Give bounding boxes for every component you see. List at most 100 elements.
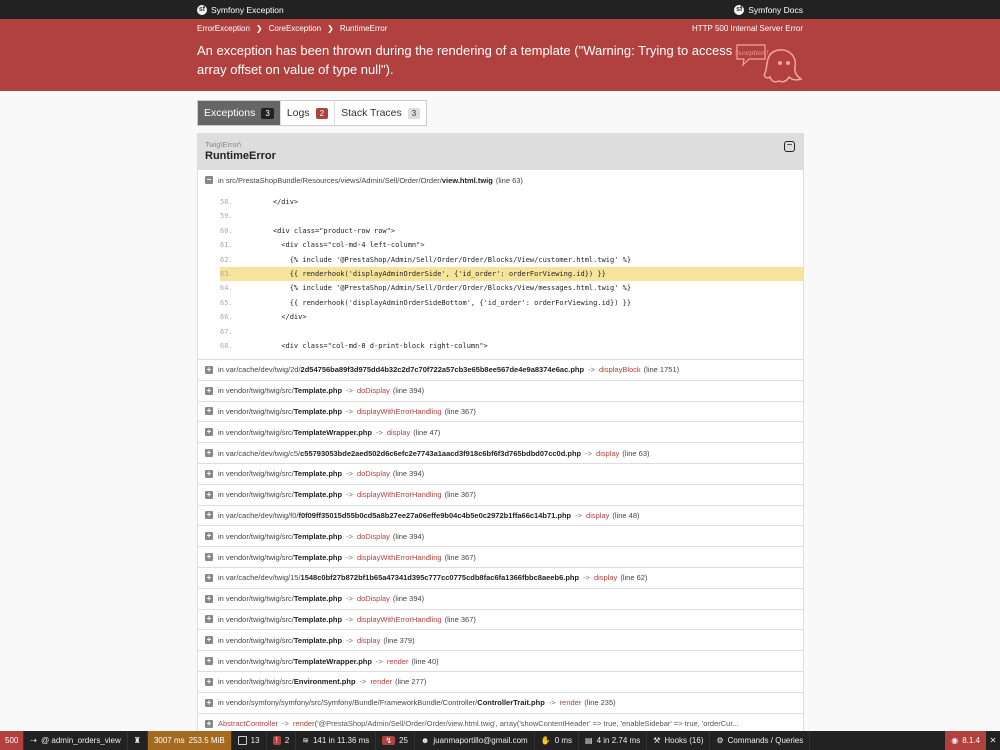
twig-item[interactable]: ↯ 25 <box>376 731 415 750</box>
expand-icon[interactable]: + <box>205 407 213 416</box>
trace-item[interactable]: + in vendor/twig/twig/src/Template.php -> d… <box>198 485 803 506</box>
arrow-icon: -> <box>575 510 583 520</box>
route-item[interactable]: ⇢ @ admin_orders_view <box>24 731 128 750</box>
trace-item[interactable]: + in vendor/twig/twig/src/Template.php -> d… <box>198 610 803 631</box>
trace-path: in vendor/twig/twig/src/ <box>218 635 294 645</box>
close-toolbar-icon[interactable]: ✕ <box>986 731 1000 750</box>
tab-exceptions[interactable]: Exceptions 3 <box>198 101 281 125</box>
expand-icon[interactable]: + <box>205 365 213 374</box>
collapse-icon[interactable]: − <box>205 176 213 185</box>
trace-function[interactable]: display <box>594 573 617 582</box>
symfony-version[interactable]: ◉ 8.1.4 <box>945 731 986 750</box>
trace-item[interactable]: + in vendor/twig/twig/src/Template.php -> d… <box>198 630 803 652</box>
trace-item[interactable]: + in vendor/twig/twig/src/TemplateWrapper… <box>198 422 803 444</box>
tab-bar: Exceptions 3 Logs 2 Stack Traces 3 <box>197 100 428 126</box>
line-source: </div> <box>256 313 307 322</box>
trace-function[interactable]: doDisplay <box>357 469 390 478</box>
forms-icon <box>237 736 247 745</box>
events-item[interactable]: ✋ 0 ms <box>535 731 580 750</box>
trace-function[interactable]: render <box>387 657 409 666</box>
trace-item[interactable]: + in var/cache/dev/twig/15/1548c0bf27b872… <box>198 568 803 589</box>
trace-function: render <box>292 719 315 729</box>
expand-icon[interactable]: + <box>205 449 213 458</box>
trace-item[interactable]: + in vendor/twig/twig/src/Template.php -> d… <box>198 526 803 548</box>
user-item[interactable]: ☻ juanmaportillo@gmail.com <box>415 731 535 750</box>
expand-icon[interactable]: + <box>205 532 213 541</box>
errors-item[interactable]: ! 2 <box>267 731 297 750</box>
expand-icon[interactable]: + <box>205 511 213 520</box>
trace-function[interactable]: render <box>370 677 392 686</box>
trace-path: in vendor/twig/twig/src/ <box>218 594 294 604</box>
arrow-icon: -> <box>359 677 367 687</box>
expand-icon[interactable]: + <box>205 428 213 437</box>
brand: sf Symfony Exception <box>197 4 284 15</box>
expand-icon[interactable]: + <box>205 573 213 582</box>
tab-stack-traces[interactable]: Stack Traces 3 <box>335 101 426 125</box>
trace-item[interactable]: + in var/cache/dev/twig/2d/2d54756ba89f3d… <box>198 360 803 381</box>
expand-icon[interactable]: + <box>205 594 213 603</box>
code-line: 67. <box>220 324 803 338</box>
crumb-error-exception[interactable]: ErrorException <box>197 24 250 33</box>
expand-icon[interactable]: + <box>205 490 213 499</box>
expand-icon[interactable]: + <box>205 386 213 395</box>
trace-item[interactable]: + in vendor/twig/twig/src/Template.php -> d… <box>198 381 803 402</box>
trace-item[interactable]: + in vendor/symfony/symfony/src/Symfony/B… <box>198 693 803 714</box>
trace-path: in vendor/twig/twig/src/ <box>218 490 294 500</box>
trace-line: (line 62) <box>620 573 648 583</box>
trace-item[interactable]: + in vendor/twig/twig/src/Template.php -> d… <box>198 402 803 423</box>
trace-function[interactable]: doDisplay <box>357 594 390 603</box>
tab-count-badge: 3 <box>261 107 274 119</box>
trace-function[interactable]: display <box>387 428 410 437</box>
commands-item[interactable]: ⚙ Commands / Queries <box>710 731 811 750</box>
trace-function[interactable]: displayWithErrorHandling <box>357 615 442 624</box>
expand-icon[interactable]: + <box>205 719 213 728</box>
performance-item[interactable]: 3007 ms 253.5 MiB <box>147 731 232 750</box>
code-line: 65. {{ renderhook('displayAdminOrderSide… <box>220 296 803 310</box>
trace-function[interactable]: render <box>560 698 582 707</box>
collapse-all-icon[interactable]: − <box>784 141 795 152</box>
ghost-icon[interactable]: ♜ <box>128 731 148 750</box>
status-code[interactable]: 500 <box>0 731 25 750</box>
trace-item[interactable]: + in vendor/twig/twig/src/Environment.php… <box>198 672 803 693</box>
trace-function[interactable]: displayBlock <box>599 365 641 374</box>
trace-function[interactable]: displayWithErrorHandling <box>357 553 442 562</box>
expand-icon[interactable]: + <box>205 469 213 478</box>
trace-function[interactable]: display <box>357 636 380 645</box>
trace-header[interactable]: − in src/PrestaShopBundle/Resources/view… <box>198 170 803 191</box>
tab-logs[interactable]: Logs 2 <box>281 101 336 125</box>
hooks-item[interactable]: ⚒ Hooks (16) <box>647 731 711 750</box>
arrow-icon: -> <box>548 698 556 708</box>
trace-function[interactable]: doDisplay <box>357 386 390 395</box>
expand-icon[interactable]: + <box>205 636 213 645</box>
database-item[interactable]: ≋ 141 in 11.36 ms <box>296 731 377 750</box>
line-number: 59. <box>220 212 233 221</box>
trace-item[interactable]: + in vendor/twig/twig/src/TemplateWrapper… <box>198 651 803 672</box>
docs-link[interactable]: sf Symfony Docs <box>734 4 803 15</box>
trace-function[interactable]: doDisplay <box>357 532 390 541</box>
trace-function[interactable]: displayWithErrorHandling <box>357 490 442 499</box>
code-line-highlighted: 63. {{ renderhook('displayAdminOrderSide… <box>220 266 803 282</box>
crumb-runtime-error[interactable]: RuntimeError <box>340 24 388 33</box>
trace-function[interactable]: displayWithErrorHandling <box>357 407 442 416</box>
expand-icon[interactable]: + <box>205 698 213 707</box>
cache-item[interactable]: ▤ 4 in 2.74 ms <box>579 731 648 750</box>
hooks-label: Hooks (16) <box>664 736 704 745</box>
route-label: @ admin_orders_view <box>41 736 121 745</box>
trace-item[interactable]: + in vendor/twig/twig/src/Template.php -> d… <box>198 464 803 485</box>
tab-count-badge: 2 <box>315 107 329 119</box>
expand-icon[interactable]: + <box>205 657 213 666</box>
trace-list: + in var/cache/dev/twig/2d/2d54756ba89f3d… <box>198 360 803 714</box>
expand-icon[interactable]: + <box>205 677 213 686</box>
trace-function[interactable]: display <box>586 511 609 520</box>
http-status: HTTP 500 Internal Server Error <box>691 23 803 33</box>
forms-item[interactable]: 13 <box>232 731 267 750</box>
trace-function[interactable]: display <box>596 449 619 458</box>
trace-item[interactable]: + in vendor/twig/twig/src/Template.php -> d… <box>198 547 803 568</box>
trace-item[interactable]: + in var/cache/dev/twig/f0/f0f09ff35015d5… <box>198 506 803 527</box>
expand-icon[interactable]: + <box>205 553 213 562</box>
trace-item[interactable]: + in vendor/twig/twig/src/Template.php -> d… <box>198 589 803 610</box>
expand-icon[interactable]: + <box>205 615 213 624</box>
trace-item[interactable]: + in var/cache/dev/twig/c5/c55793053bde2a… <box>198 443 803 464</box>
time-value: 3007 ms <box>153 736 185 745</box>
crumb-core-exception[interactable]: CoreException <box>269 24 321 33</box>
